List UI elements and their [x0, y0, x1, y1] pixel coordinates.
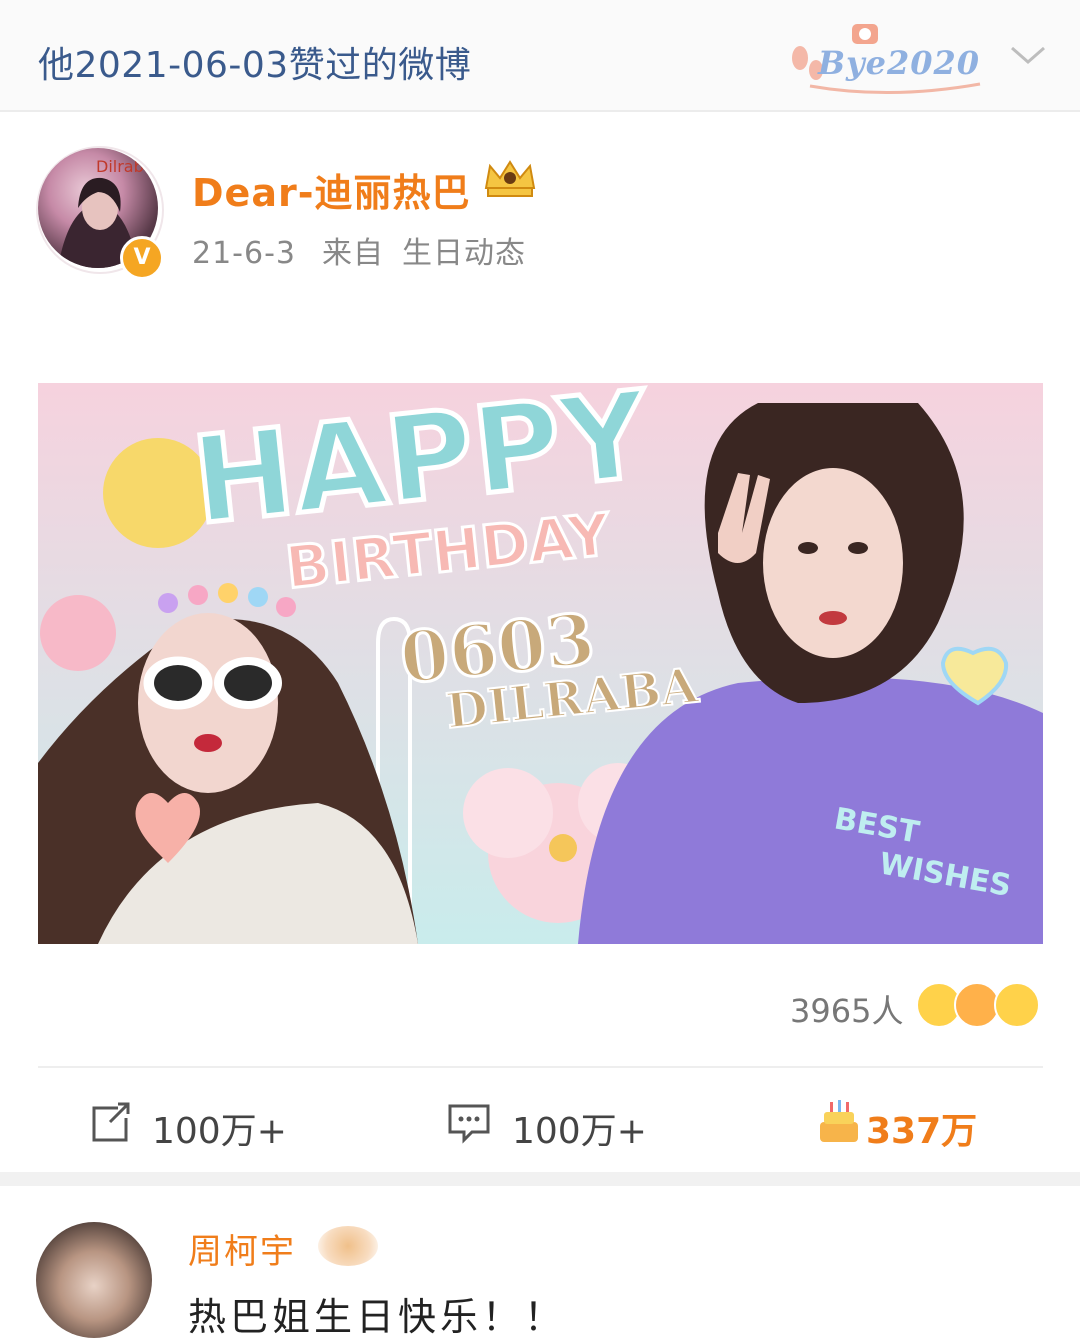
page-title: 他2021-06-03赞过的微博	[38, 45, 472, 86]
footprint-icon	[792, 46, 808, 70]
post-meta: 21-6-3 来自 生日动态	[192, 228, 552, 272]
comment-icon[interactable]	[446, 1102, 492, 1144]
member-badge-icon	[318, 1226, 378, 1266]
crown-badge-icon	[484, 160, 536, 197]
verified-badge: V	[120, 236, 164, 280]
post-source[interactable]: 生日动态	[402, 236, 526, 271]
divider	[38, 1066, 1043, 1068]
bye2020-text: Bye2020	[818, 44, 981, 82]
repost-count[interactable]: 100万+	[152, 1102, 287, 1154]
grin-emoji-icon	[994, 982, 1040, 1028]
commenter-name[interactable]: 周柯宇	[188, 1224, 296, 1273]
post-image[interactable]: HAPPY BIRTHDAY 0603 DILRABA BEST WISHES	[38, 383, 1043, 944]
comment-text: 热巴姐生日快乐！！	[188, 1295, 567, 1339]
like-count[interactable]: 337万	[866, 1102, 977, 1154]
post-date: 21-6-3	[192, 236, 296, 271]
source-prefix: 来自	[322, 236, 384, 271]
commenter-avatar[interactable]	[36, 1222, 152, 1338]
chevron-down-icon[interactable]	[1008, 40, 1048, 70]
bear-sticker	[40, 595, 116, 671]
section-gap	[0, 1172, 1080, 1186]
repost-icon[interactable]	[88, 1100, 132, 1144]
author-name[interactable]: Dear-迪丽热巴	[192, 162, 470, 217]
birthday-cake-icon[interactable]	[816, 1098, 862, 1146]
comment-count[interactable]: 100万+	[512, 1102, 647, 1154]
reactions-count[interactable]: 3965人	[790, 986, 903, 1032]
